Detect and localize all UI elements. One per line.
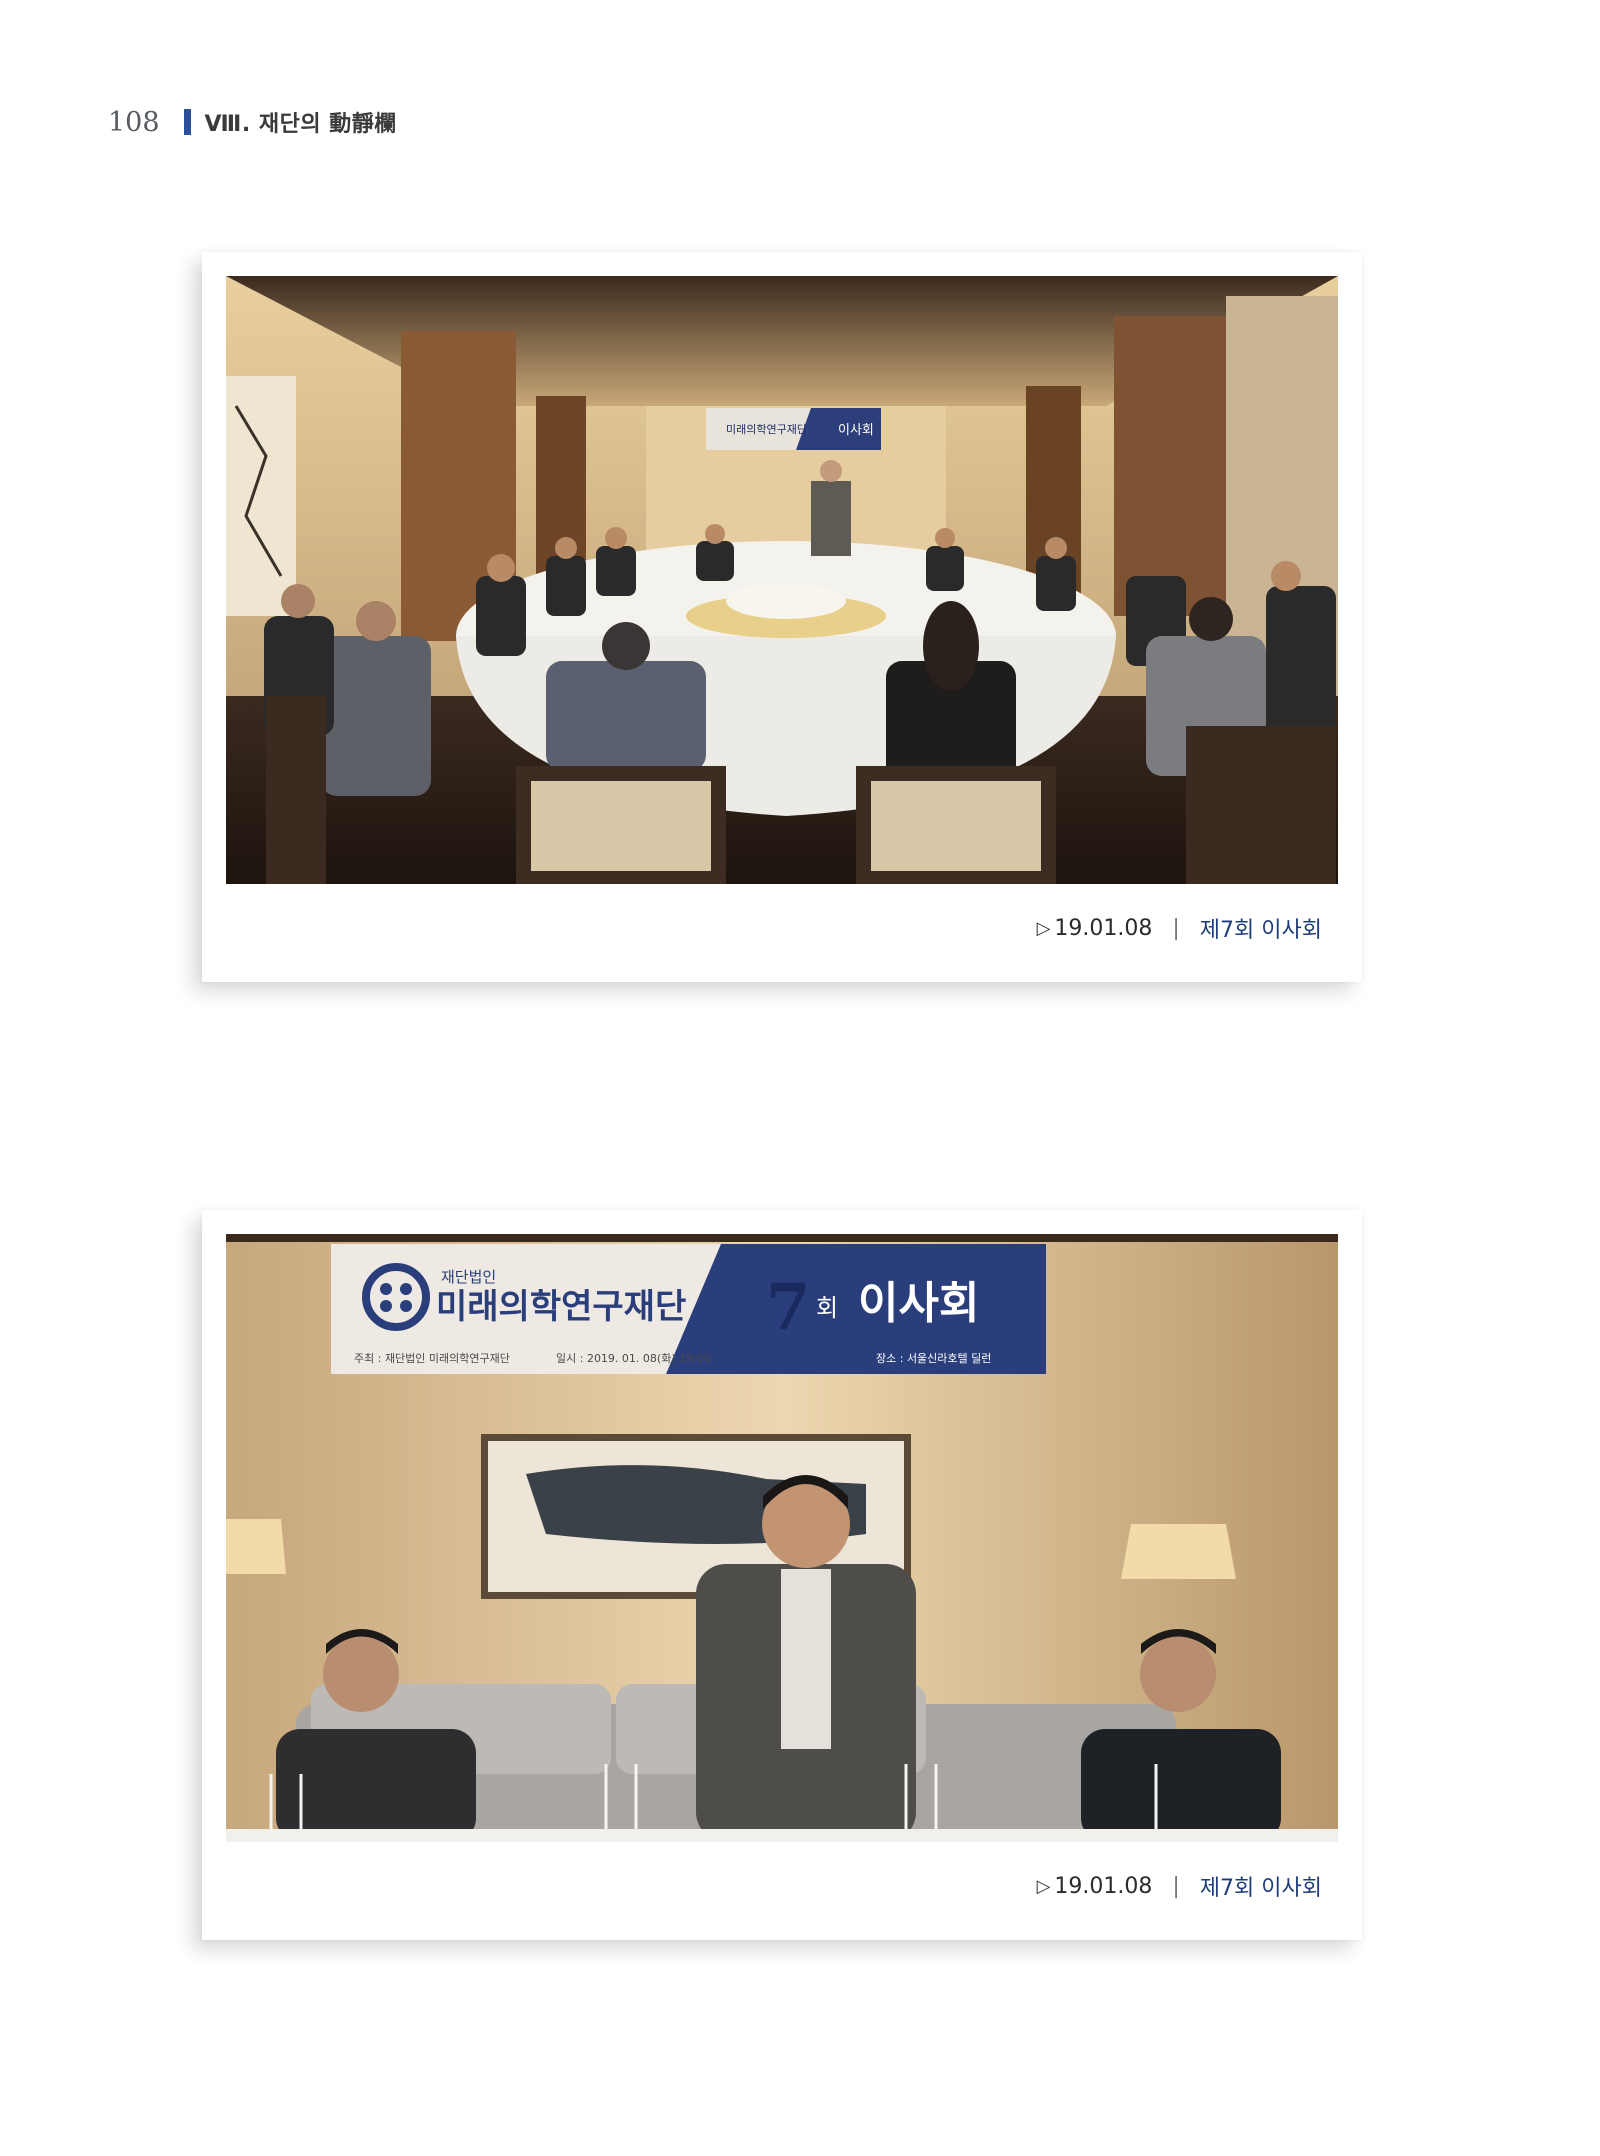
caption-title: 제7회 이사회 (1199, 918, 1322, 943)
banner-prefix: 제 (734, 1287, 762, 1322)
banner-org-small: 재단법인 (441, 1268, 496, 1286)
photo-caption-2: ▷ 19.01.08 | 제7회 이사회 (1037, 1870, 1322, 1902)
chapter-title: Ⅷ. 재단의 動靜欄 (204, 112, 397, 137)
caption-separator: | (1172, 1873, 1180, 1899)
banner-datetime: 일시 : 2019. 01. 08(화) 19:00 (556, 1351, 711, 1365)
caption-arrow-icon: ▷ (1036, 917, 1051, 939)
banner-host: 주최 : 재단법인 미래의학연구재단 (354, 1352, 510, 1365)
caption-date: 19.01.08 (1054, 1873, 1153, 1899)
caption-title: 제7회 이사회 (1199, 1876, 1322, 1901)
page-header: 108 Ⅷ. 재단의 動靜欄 (108, 104, 397, 140)
photo-card-2: 재단법인 미래의학연구재단 주최 : 재단법인 미래의학연구재단 일시 : 20… (202, 1210, 1362, 1940)
banner-suffix: 회 (816, 1294, 838, 1322)
page-number: 108 (108, 106, 160, 138)
banner-title: 이사회 (858, 1278, 979, 1329)
banner-venue: 장소 : 서울신라호텔 딜런 (876, 1352, 991, 1365)
banner-number: 7 (766, 1270, 811, 1345)
caption-date: 19.01.08 (1054, 915, 1153, 941)
caption-separator: | (1172, 915, 1180, 941)
banner-title-text: 이사회 (838, 423, 874, 438)
caption-arrow-icon: ▷ (1036, 1875, 1051, 1897)
photo-caption-1: ▷ 19.01.08 | 제7회 이사회 (1037, 912, 1322, 944)
photo-board-meeting-room: 미래의학연구재단 이사회 (226, 276, 1338, 884)
banner-org-text: 미래의학연구재단 (726, 423, 807, 436)
photo-card-1: 미래의학연구재단 이사회 ▷ 19.01.08 | 제7회 이사회 (202, 252, 1362, 982)
banner-org: 미래의학연구재단 (436, 1287, 686, 1327)
header-divider-bar (183, 109, 191, 135)
photo-speaker-closeup: 재단법인 미래의학연구재단 주최 : 재단법인 미래의학연구재단 일시 : 20… (226, 1234, 1338, 1842)
